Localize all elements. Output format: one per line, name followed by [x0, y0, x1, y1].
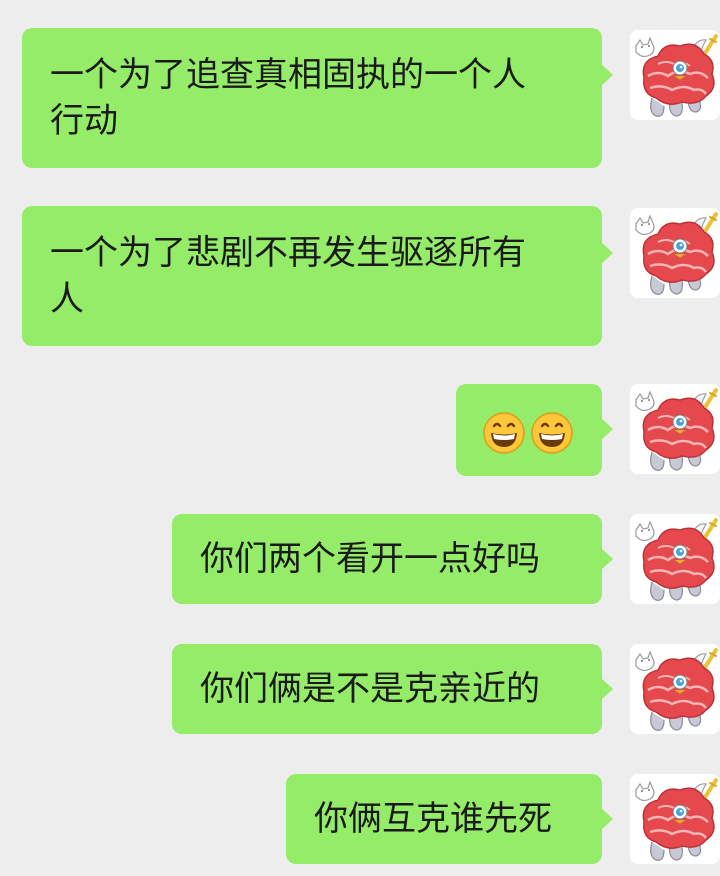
message-row [0, 384, 720, 476]
avatar[interactable] [630, 774, 720, 864]
bubble-tail [601, 548, 613, 570]
avatar[interactable] [630, 644, 720, 734]
avatar[interactable] [630, 208, 720, 298]
avatar[interactable] [630, 384, 720, 474]
message-text: 你们俩是不是克亲近的 [200, 669, 540, 709]
bird-character-avatar-icon [630, 644, 720, 734]
avatar[interactable] [630, 514, 720, 604]
message-row: 你俩互克谁先死 [0, 774, 720, 864]
message-text: 你们两个看开一点好吗 [200, 539, 540, 579]
message-row: 一个为了悲剧不再发生驱逐所有 人 [0, 206, 720, 346]
bird-character-avatar-icon [630, 30, 720, 120]
message-text: 一个为了追查真相固执的一个人 行动 [50, 55, 526, 141]
message-bubble[interactable]: 你俩互克谁先死 [286, 774, 613, 864]
bird-character-avatar-icon [630, 774, 720, 864]
bird-character-avatar-icon [630, 384, 720, 474]
bubble-tail [601, 242, 613, 264]
message-row: 你们俩是不是克亲近的 [0, 644, 720, 734]
message-bubble[interactable]: 一个为了悲剧不再发生驱逐所有 人 [22, 206, 613, 346]
message-text: 一个为了悲剧不再发生驱逐所有 人 [50, 233, 526, 319]
bird-character-avatar-icon [630, 208, 720, 298]
message-text: 你俩互克谁先死 [314, 799, 552, 839]
message-row: 一个为了追查真相固执的一个人 行动 [0, 28, 720, 168]
grinning-face-emoji-icon [482, 411, 526, 455]
grinning-face-emoji-icon [530, 411, 574, 455]
message-bubble[interactable]: 你们两个看开一点好吗 [172, 514, 613, 604]
bird-character-avatar-icon [630, 514, 720, 604]
bubble-tail [601, 64, 613, 86]
message-row: 你们两个看开一点好吗 [0, 514, 720, 604]
message-bubble[interactable]: 你们俩是不是克亲近的 [172, 644, 613, 734]
bubble-tail [601, 808, 613, 830]
message-bubble[interactable]: 一个为了追查真相固执的一个人 行动 [22, 28, 613, 168]
message-bubble[interactable] [456, 384, 613, 476]
avatar[interactable] [630, 30, 720, 120]
bubble-tail [601, 418, 613, 440]
bubble-tail [601, 678, 613, 700]
